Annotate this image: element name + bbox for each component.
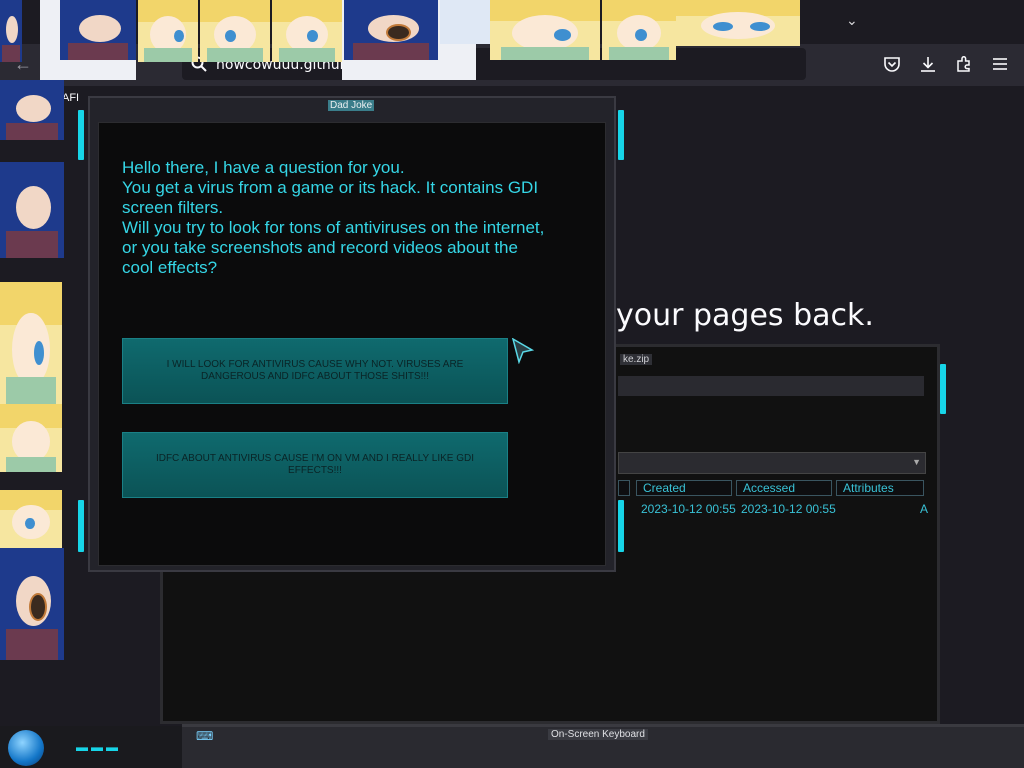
mouse-cursor-icon — [512, 338, 534, 364]
sticker-tile — [344, 0, 438, 60]
sticker-tile — [490, 0, 600, 60]
sticker-tile — [676, 0, 800, 46]
background-text-fragment: AFI — [62, 92, 80, 104]
cell-accessed: 2023-10-12 00:55 — [741, 502, 836, 516]
explorer-window-title: ke.zip — [620, 354, 653, 365]
download-icon[interactable] — [919, 55, 937, 73]
explorer-path-dropdown[interactable]: ▼ — [618, 452, 926, 474]
explorer-toolbar — [618, 376, 924, 396]
keyboard-icon: ⌨ — [196, 729, 214, 743]
dialog-accent-right-top — [618, 110, 624, 160]
sticker-tile — [0, 404, 62, 472]
dialog-title: Dad Joke — [328, 100, 375, 111]
sticker-tile — [138, 0, 198, 62]
sticker-tile — [272, 0, 342, 62]
sticker-tile — [200, 0, 270, 62]
window-accent — [940, 364, 946, 414]
sticker-tile — [0, 162, 64, 258]
tab-list-chevron-icon[interactable]: ⌄ — [846, 12, 858, 29]
sticker-tile — [0, 0, 22, 62]
dialog-accent-left-top — [78, 110, 84, 160]
gdi-effects-choice-button[interactable]: IDFC ABOUT ANTIVIRUS CAUSE I'M ON VM AND… — [122, 432, 508, 498]
pocket-icon[interactable] — [883, 55, 901, 73]
sticker-tile — [440, 0, 490, 44]
sticker-tile — [0, 282, 62, 404]
dialog-accent-right-bottom — [618, 500, 624, 552]
start-orb-icon[interactable] — [8, 730, 44, 766]
sticker-tile — [0, 548, 64, 660]
sticker-tile — [0, 490, 62, 548]
menu-icon[interactable] — [991, 55, 1009, 73]
cell-attributes: A — [920, 502, 929, 516]
antivirus-choice-button[interactable]: I WILL LOOK FOR ANTIVIRUS CAUSE WHY NOT.… — [122, 338, 508, 404]
column-header-partial[interactable] — [618, 480, 630, 496]
column-header-created[interactable]: Created — [636, 480, 732, 496]
restore-pages-message: your pages back. — [616, 298, 874, 333]
osk-window-title: On-Screen Keyboard — [548, 729, 648, 740]
cell-created: 2023-10-12 00:55 — [641, 502, 736, 516]
extensions-icon[interactable] — [955, 55, 973, 73]
column-header-attributes[interactable]: Attributes — [836, 480, 924, 496]
sticker-tile — [60, 0, 136, 60]
column-header-accessed[interactable]: Accessed — [736, 480, 832, 496]
question-text: Hello there, I have a question for you. … — [122, 158, 545, 277]
dropdown-arrow-icon: ▼ — [912, 457, 921, 467]
sticker-tile — [602, 0, 676, 60]
sticker-tile — [0, 80, 64, 140]
taskbar-indicator: ▬▬▬ — [76, 740, 121, 754]
dialog-accent-left-bottom — [78, 500, 84, 552]
